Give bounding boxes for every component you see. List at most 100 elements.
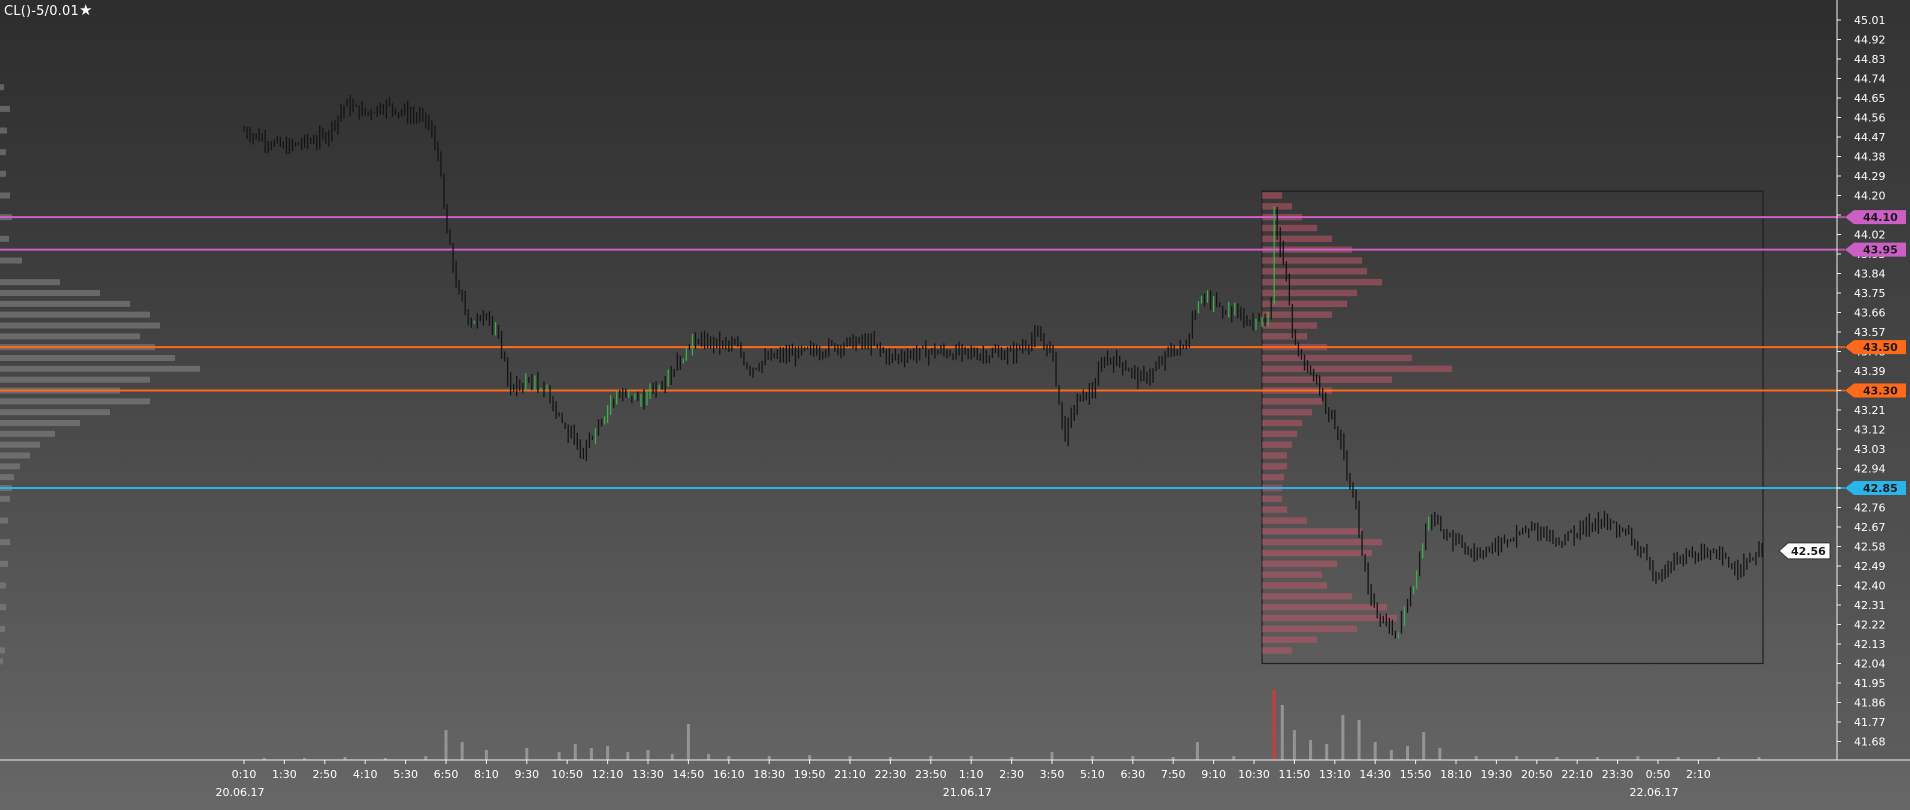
time-tick-label: 23:50 bbox=[915, 768, 947, 781]
volume-bar bbox=[1357, 720, 1361, 760]
chart-window[interactable]: CL()-5/0.01★ 45.01 44.92 44.83 44.74 44.65 44… bbox=[0, 0, 1910, 810]
time-tick-label: 20:50 bbox=[1521, 768, 1553, 781]
price-tick-label: 42.40 bbox=[1854, 580, 1886, 593]
price-tick-label: 41.86 bbox=[1854, 697, 1886, 710]
session-profile-bar bbox=[1262, 354, 1413, 362]
price-tick-label: 44.56 bbox=[1854, 112, 1886, 125]
session-profile-bar bbox=[1262, 549, 1373, 557]
composite-profile-bar bbox=[0, 257, 22, 264]
composite-profile-bar bbox=[0, 560, 8, 567]
volume-bar bbox=[1474, 756, 1478, 760]
price-tick-label: 41.68 bbox=[1854, 736, 1886, 749]
session-profile-bar bbox=[1262, 528, 1363, 535]
session-profile-bar bbox=[1262, 506, 1288, 513]
composite-profile-bar bbox=[0, 452, 30, 459]
composite-profile-bar bbox=[0, 647, 5, 654]
composite-profile-bar bbox=[0, 420, 80, 426]
volume-bar bbox=[1438, 748, 1442, 760]
time-tick-label: 23:30 bbox=[1602, 768, 1634, 781]
time-tick-label: 10:50 bbox=[551, 768, 583, 781]
composite-profile-bar bbox=[0, 149, 6, 156]
session-profile-bar bbox=[1262, 538, 1383, 546]
composite-profile-bar bbox=[0, 365, 200, 372]
price-tick-label: 43.03 bbox=[1854, 443, 1886, 456]
time-tick-label: 14:50 bbox=[673, 768, 705, 781]
time-tick-label: 10:30 bbox=[1238, 768, 1270, 781]
price-tick-label: 44.02 bbox=[1854, 229, 1886, 242]
volume-bar bbox=[525, 748, 529, 760]
price-tick-label: 42.31 bbox=[1854, 599, 1886, 612]
price-tick-label: 43.57 bbox=[1854, 326, 1886, 339]
last-price-label: 42.56 bbox=[1791, 545, 1826, 558]
volume-bar bbox=[444, 730, 448, 760]
composite-profile-bar bbox=[0, 300, 130, 307]
volume-bar bbox=[686, 724, 690, 760]
composite-profile-bar bbox=[0, 463, 20, 470]
level-tag-label: 43.95 bbox=[1863, 244, 1898, 257]
composite-profile-bar bbox=[0, 127, 7, 134]
session-profile-bar bbox=[1262, 625, 1358, 633]
time-tick-label: 8:10 bbox=[474, 768, 499, 781]
session-profile-bar bbox=[1262, 636, 1318, 643]
volume-bar bbox=[1341, 715, 1345, 760]
session-profile-bar bbox=[1262, 322, 1318, 329]
time-tick-label: 3:50 bbox=[1040, 768, 1065, 781]
price-tick-label: 43.39 bbox=[1854, 365, 1886, 378]
composite-profile-bar bbox=[0, 582, 6, 589]
composite-profile-bar bbox=[0, 625, 5, 632]
session-profile-bar bbox=[1262, 192, 1283, 199]
session-profile-bar bbox=[1262, 463, 1288, 470]
time-tick-label: 19:30 bbox=[1481, 768, 1513, 781]
session-profile-bar bbox=[1262, 647, 1293, 654]
price-chart[interactable]: 45.01 44.92 44.83 44.74 44.65 44.56 44.47 44.38… bbox=[0, 0, 1910, 810]
price-tick-label: 42.13 bbox=[1854, 638, 1886, 651]
composite-profile-bar bbox=[0, 355, 175, 361]
time-tick-label: 2:10 bbox=[1686, 768, 1711, 781]
volume-bar bbox=[1515, 756, 1519, 760]
time-tick-label: 1:10 bbox=[959, 768, 984, 781]
volume-bar bbox=[460, 742, 464, 760]
price-tick-label: 42.76 bbox=[1854, 502, 1886, 515]
volume-bar bbox=[484, 750, 488, 760]
price-tick-label: 44.92 bbox=[1854, 34, 1886, 47]
volume-bar bbox=[1292, 730, 1296, 760]
time-tick-label: 7:50 bbox=[1161, 768, 1186, 781]
session-profile-bar bbox=[1262, 603, 1388, 611]
price-tick-label: 44.65 bbox=[1854, 92, 1886, 105]
session-profile-bar bbox=[1262, 224, 1318, 232]
volume-bar bbox=[424, 756, 428, 760]
level-tag-label: 44.10 bbox=[1863, 211, 1898, 224]
time-tick-label: 16:10 bbox=[713, 768, 745, 781]
session-profile-bar bbox=[1262, 441, 1293, 448]
price-tick-label: 42.49 bbox=[1854, 560, 1886, 573]
volume-bar bbox=[969, 756, 973, 760]
level-tag-label: 43.30 bbox=[1863, 385, 1898, 398]
session-profile-bar bbox=[1262, 333, 1308, 340]
time-tick-label: 22:10 bbox=[1561, 768, 1593, 781]
composite-profile-bar bbox=[0, 333, 140, 340]
date-label: 20.06.17 bbox=[216, 786, 265, 799]
session-profile-bar bbox=[1262, 430, 1298, 438]
time-tick-label: 18:30 bbox=[753, 768, 785, 781]
session-profile-bar bbox=[1262, 571, 1323, 578]
composite-profile-bar bbox=[0, 290, 100, 296]
volume-bar bbox=[1131, 756, 1135, 760]
composite-profile-bar bbox=[0, 376, 150, 383]
price-tick-label: 44.29 bbox=[1854, 170, 1886, 183]
volume-bar bbox=[1389, 750, 1393, 760]
composite-profile-bar bbox=[0, 604, 6, 611]
session-profile-bar bbox=[1262, 376, 1393, 383]
time-tick-label: 18:10 bbox=[1440, 768, 1472, 781]
composite-profile-bar bbox=[0, 322, 160, 329]
session-profile-bar bbox=[1262, 311, 1333, 318]
price-tick-label: 41.95 bbox=[1854, 677, 1886, 690]
level-tag-label: 43.50 bbox=[1863, 341, 1898, 354]
volume-bar bbox=[626, 752, 630, 760]
price-tick-label: 43.75 bbox=[1854, 287, 1886, 300]
volume-bar bbox=[727, 756, 731, 760]
time-tick-label: 21:10 bbox=[834, 768, 866, 781]
composite-profile-bar bbox=[0, 658, 3, 665]
time-tick-label: 6:50 bbox=[434, 768, 459, 781]
composite-profile-bar bbox=[0, 430, 55, 437]
session-profile-bar bbox=[1262, 560, 1338, 568]
